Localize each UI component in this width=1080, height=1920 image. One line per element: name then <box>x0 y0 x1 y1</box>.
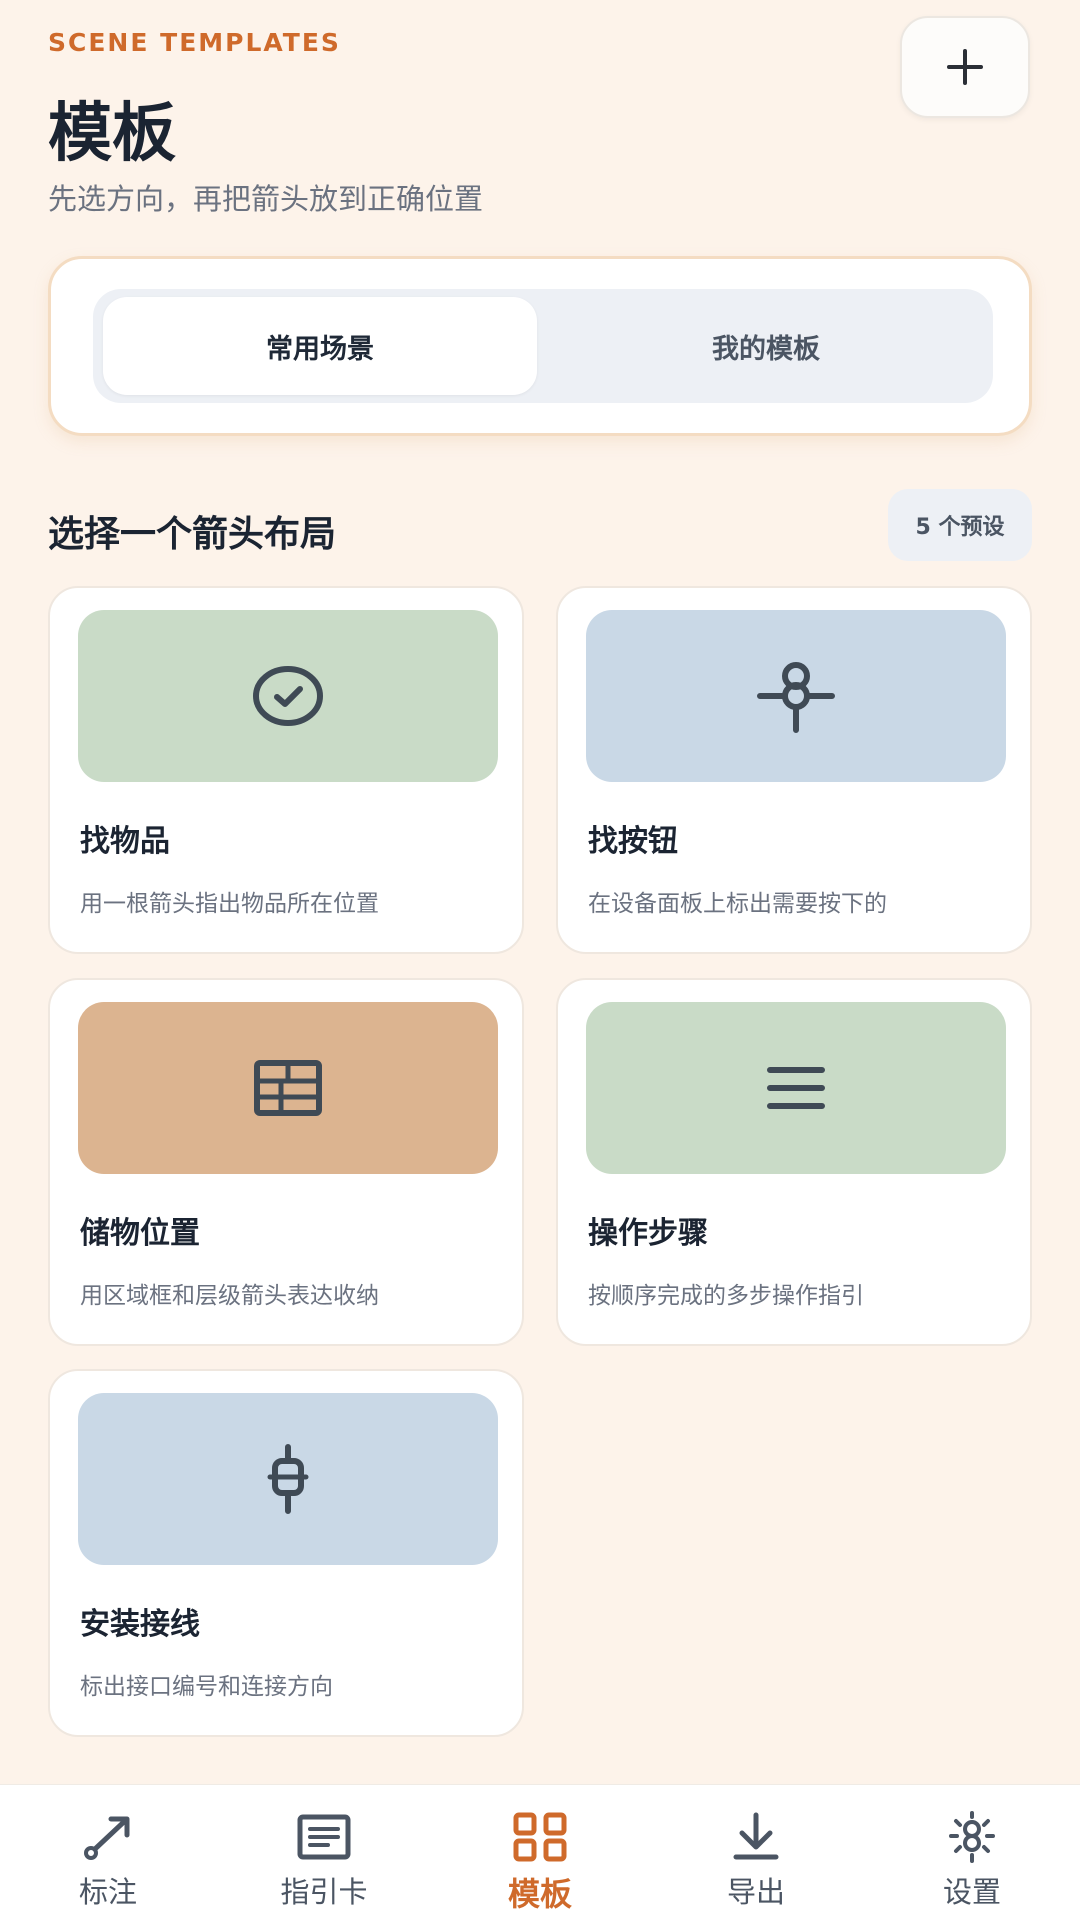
template-grid-icon <box>513 1812 567 1862</box>
card-description: 用区域框和层级箭头表达收纳 <box>80 1283 379 1309</box>
settings-sun-icon <box>949 1811 995 1863</box>
card-title: 找物品 <box>80 824 170 859</box>
nav-label: 模板 <box>507 1875 572 1913</box>
nav-annotate[interactable]: 标注 <box>0 1785 216 1920</box>
templates-screen: SCENE TEMPLATES 模板 先选方向，再把箭头放到正确位置 常用场景 … <box>0 0 1080 1920</box>
card-thumbnail <box>586 1002 1006 1174</box>
nav-settings[interactable]: 设置 <box>864 1785 1080 1920</box>
card-title: 安装接线 <box>80 1607 200 1642</box>
card-description: 标出接口编号和连接方向 <box>80 1674 333 1700</box>
grid-box-icon <box>254 1060 322 1116</box>
template-card-wiring[interactable]: 安装接线 标出接口编号和连接方向 <box>48 1369 524 1737</box>
card-thumbnail <box>78 1393 498 1565</box>
nav-guide-card[interactable]: 指引卡 <box>216 1785 432 1920</box>
card-description: 用一根箭头指出物品所在位置 <box>80 891 379 917</box>
nav-export[interactable]: 导出 <box>648 1785 864 1920</box>
nav-templates[interactable]: 模板 <box>432 1785 648 1920</box>
template-card-find-item[interactable]: 找物品 用一根箭头指出物品所在位置 <box>48 586 524 954</box>
bottom-nav: 标注 指引卡 模板 导出 设置 <box>0 1784 1080 1920</box>
card-description: 在设备面板上标出需要按下的 <box>588 891 887 917</box>
card-title: 操作步骤 <box>588 1216 708 1251</box>
card-title: 储物位置 <box>80 1216 200 1251</box>
page-subtitle: 先选方向，再把箭头放到正确位置 <box>48 182 484 216</box>
list-lines-icon <box>767 1067 825 1109</box>
template-card-storage[interactable]: 储物位置 用区域框和层级箭头表达收纳 <box>48 978 524 1346</box>
pointer-target-icon <box>757 662 835 733</box>
check-circle-icon <box>253 666 323 726</box>
tab-my-templates[interactable]: 我的模板 <box>549 297 983 395</box>
section-title: 选择一个箭头布局 <box>48 514 337 555</box>
segmented-control: 常用场景 我的模板 <box>93 289 993 403</box>
download-icon <box>733 1812 779 1860</box>
tab-common-scenes[interactable]: 常用场景 <box>103 297 537 395</box>
card-thumbnail <box>78 610 498 782</box>
page-title: 模板 <box>48 97 176 171</box>
template-card-find-button[interactable]: 找按钮 在设备面板上标出需要按下的 <box>556 586 1032 954</box>
eyebrow-label: SCENE TEMPLATES <box>48 28 341 57</box>
add-template-button[interactable] <box>900 16 1030 118</box>
guide-card-icon <box>297 1814 351 1860</box>
nav-label: 标注 <box>78 1875 137 1909</box>
arrow-annotate-icon <box>84 1816 130 1860</box>
nav-label: 指引卡 <box>280 1875 368 1909</box>
nav-label: 设置 <box>942 1875 1001 1909</box>
plug-icon <box>267 1444 309 1514</box>
card-description: 按顺序完成的多步操作指引 <box>588 1283 864 1309</box>
card-thumbnail <box>78 1002 498 1174</box>
plus-icon <box>947 49 983 85</box>
segment-panel: 常用场景 我的模板 <box>48 256 1032 436</box>
template-card-steps[interactable]: 操作步骤 按顺序完成的多步操作指引 <box>556 978 1032 1346</box>
card-title: 找按钮 <box>588 824 678 859</box>
preset-count-badge: 5 个预设 <box>888 489 1032 561</box>
card-thumbnail <box>586 610 1006 782</box>
nav-label: 导出 <box>726 1875 785 1909</box>
